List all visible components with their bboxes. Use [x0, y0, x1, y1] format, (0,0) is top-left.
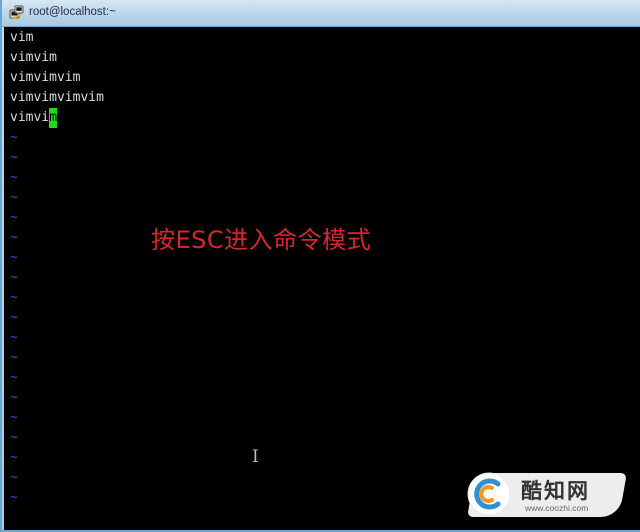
- editor-line: vim: [10, 30, 34, 45]
- cursor-line-text: vimvi: [10, 110, 50, 125]
- tilde-marker: ~: [10, 190, 18, 205]
- tilde-marker: ~: [10, 210, 18, 225]
- editor-line: vimvimvim: [10, 70, 81, 85]
- tilde-marker: ~: [10, 270, 18, 285]
- tilde-marker: ~: [10, 430, 18, 445]
- tilde-marker: ~: [10, 390, 18, 405]
- watermark-url: www.coozhi.com: [525, 503, 589, 513]
- terminal-screen[interactable]: vim vimvim vimvimvim vimvimvimvim vimvim…: [4, 27, 640, 530]
- tilde-marker: ~: [10, 410, 18, 425]
- tilde-marker: ~: [10, 250, 18, 265]
- tilde-marker: ~: [10, 310, 18, 325]
- tilde-marker: ~: [10, 130, 18, 145]
- editor-line: vimvimvimvim: [10, 90, 104, 105]
- tilde-marker: ~: [10, 490, 18, 505]
- editor-line: vimvim: [10, 50, 57, 65]
- text-cursor: m: [49, 108, 58, 128]
- tilde-marker: ~: [10, 470, 18, 485]
- tilde-marker: ~: [10, 290, 18, 305]
- editor-cursor-line: vimvim: [10, 108, 58, 128]
- tilde-marker: ~: [10, 330, 18, 345]
- tilde-marker: ~: [10, 230, 18, 245]
- instruction-annotation: 按ESC进入命令模式: [151, 226, 372, 254]
- window-title: root@localhost:~: [29, 6, 116, 18]
- coozhi-logo-icon: [467, 472, 511, 516]
- tilde-marker: ~: [10, 370, 18, 385]
- putty-terminal-icon[interactable]: [9, 5, 25, 21]
- watermark-name: 酷知网: [521, 479, 590, 503]
- tilde-marker: ~: [10, 170, 18, 185]
- text-ibeam-cursor-icon: I: [252, 447, 259, 467]
- watermark: 酷知网 www.coozhi.com: [459, 463, 629, 525]
- tilde-marker: ~: [10, 450, 18, 465]
- title-bar[interactable]: root@localhost:~: [2, 0, 640, 27]
- terminal-window: root@localhost:~ vim vimvim vimvimvim vi…: [0, 0, 640, 532]
- tilde-marker: ~: [10, 350, 18, 365]
- tilde-marker: ~: [10, 150, 18, 165]
